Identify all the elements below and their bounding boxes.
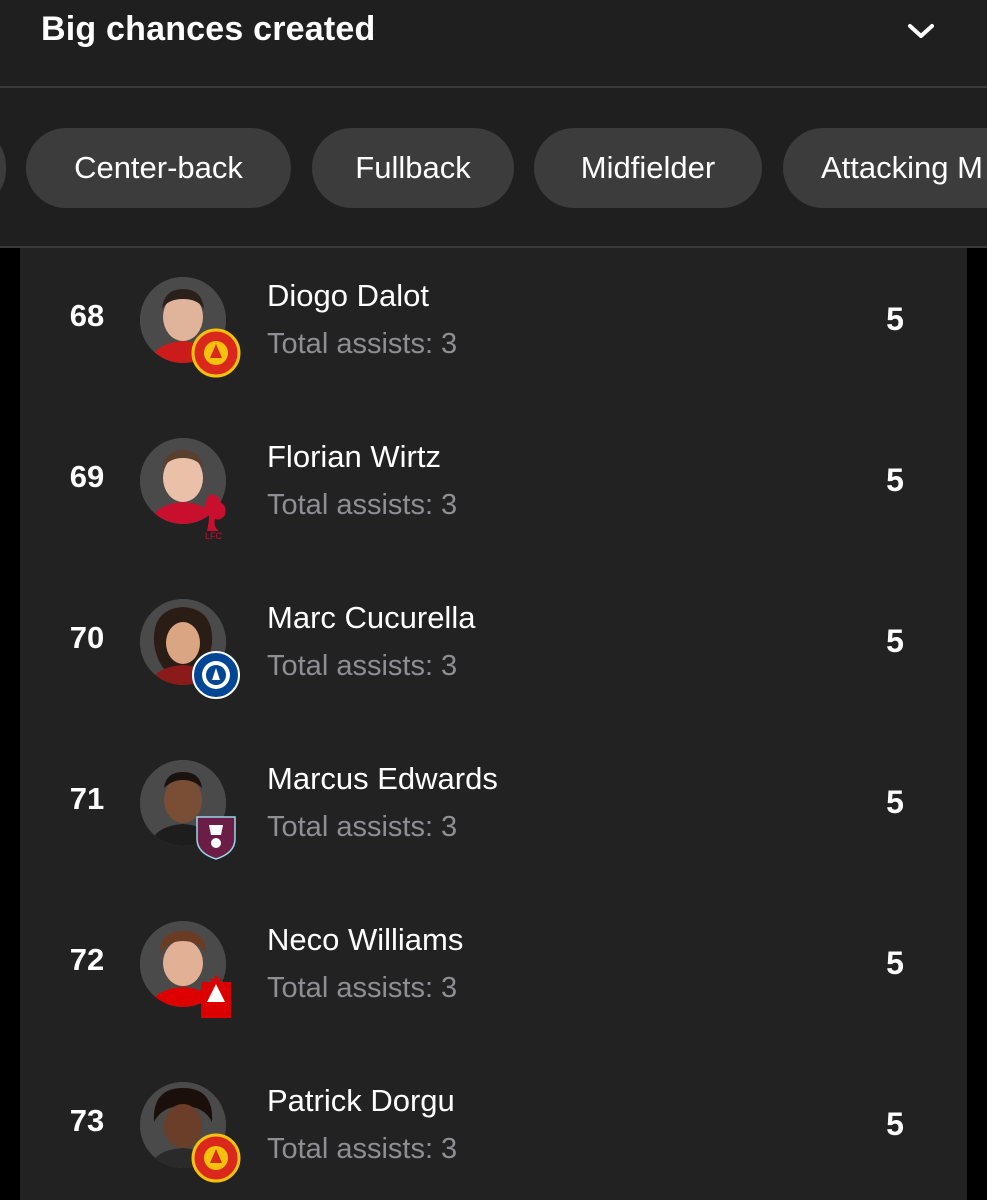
manchester-united-crest-icon — [191, 328, 241, 378]
chevron-down-icon[interactable] — [906, 18, 936, 44]
player-total-assists: Total assists: 3 — [267, 328, 458, 360]
player-total-assists: Total assists: 3 — [267, 1133, 458, 1165]
player-name: Marc Cucurella — [267, 600, 476, 635]
player-name: Marcus Edwards — [267, 761, 498, 796]
player-row[interactable]: 73 Patrick Dorgu Total assists: 3 5 — [20, 1053, 967, 1200]
player-rank: 72 — [69, 942, 105, 977]
big-chances-value: 5 — [886, 1106, 904, 1142]
player-rank: 69 — [69, 459, 105, 494]
big-chances-value: 5 — [886, 784, 904, 820]
player-row[interactable]: 71 Marcus Edwards Total assists: 3 5 — [20, 731, 967, 892]
player-row[interactable]: 72 Neco Williams Total assists: 3 5 — [20, 892, 967, 1053]
position-filter-bar[interactable]: Center-back Fullback Midfielder Attackin… — [0, 88, 987, 248]
chip-partial-offscreen[interactable] — [0, 128, 6, 208]
player-total-assists: Total assists: 3 — [267, 972, 458, 1004]
nottingham-forest-crest-icon — [201, 974, 231, 1018]
chip-midfielder[interactable]: Midfielder — [534, 128, 762, 208]
player-row[interactable]: 70 Marc Cucurella Total assists: 3 5 — [20, 570, 967, 731]
player-total-assists: Total assists: 3 — [267, 811, 458, 843]
chip-center-back[interactable]: Center-back — [26, 128, 291, 208]
big-chances-value: 5 — [886, 301, 904, 337]
player-rank: 73 — [69, 1103, 105, 1138]
liverpool-crest-icon: LFC — [204, 494, 226, 539]
player-rank: 71 — [69, 781, 105, 816]
player-list: 68 Diogo Dalot Total assists: 3 5 69 LFC… — [20, 248, 967, 1200]
big-chances-value: 5 — [886, 945, 904, 981]
section-header[interactable]: Big chances created — [0, 0, 987, 88]
burnley-crest-icon — [196, 816, 236, 860]
player-total-assists: Total assists: 3 — [267, 489, 458, 521]
chelsea-crest-icon — [192, 651, 240, 699]
section-title: Big chances created — [41, 10, 376, 48]
manchester-united-crest-icon — [191, 1133, 241, 1183]
svg-text:LFC: LFC — [205, 531, 223, 539]
player-total-assists: Total assists: 3 — [267, 650, 458, 682]
player-rank: 68 — [69, 298, 105, 333]
big-chances-value: 5 — [886, 462, 904, 498]
player-name: Patrick Dorgu — [267, 1083, 455, 1118]
big-chances-value: 5 — [886, 623, 904, 659]
player-name: Diogo Dalot — [267, 278, 429, 313]
chip-attacking-midfielder[interactable]: Attacking M — [783, 128, 987, 208]
player-name: Florian Wirtz — [267, 439, 441, 474]
player-rank: 70 — [69, 620, 105, 655]
chip-fullback[interactable]: Fullback — [312, 128, 514, 208]
player-name: Neco Williams — [267, 922, 464, 957]
player-row[interactable]: 68 Diogo Dalot Total assists: 3 5 — [20, 248, 967, 409]
player-row[interactable]: 69 LFC Florian Wirtz Total assists: 3 5 — [20, 409, 967, 570]
